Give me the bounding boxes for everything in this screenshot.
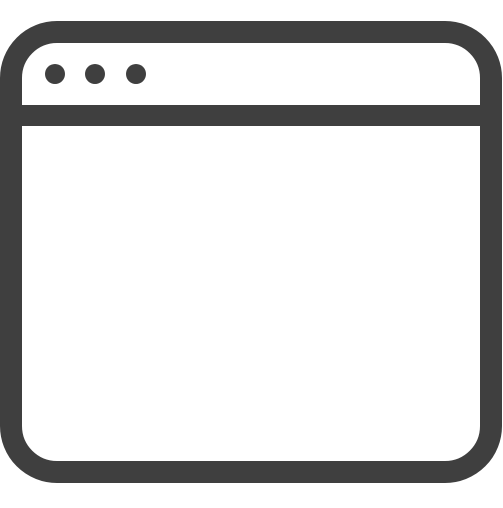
window-control-dot-1 (45, 64, 65, 84)
window-control-dot-2 (85, 64, 105, 84)
icon-canvas (0, 0, 503, 503)
window-control-dot-3 (126, 64, 146, 84)
browser-window-icon (0, 21, 502, 483)
window-frame (0, 21, 502, 483)
